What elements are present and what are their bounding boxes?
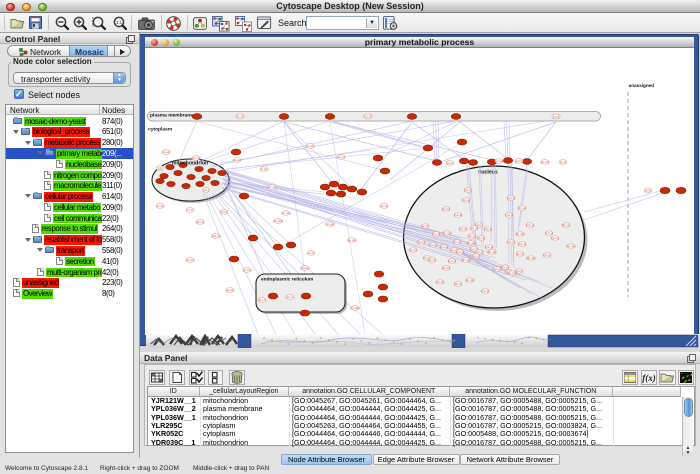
svg-text:[nuo-d]: [nuo-d]	[432, 232, 440, 236]
svg-text:[mrn-p]: [mrn-p]	[545, 231, 553, 235]
svg-text:[spl-c]: [spl-c]	[422, 224, 429, 228]
svg-text:[en-gol]: [en-gol]	[326, 222, 335, 226]
svg-text:[dn-rep]: [dn-rep]	[516, 232, 525, 236]
svg-text:[chr-m]: [chr-m]	[454, 282, 462, 286]
svg-text:[nuc-lu]: [nuc-lu]	[456, 250, 465, 254]
svg-text:[mi-b]: [mi-b]	[308, 251, 315, 255]
svg-text:[sn-rnp]: [sn-rnp]	[462, 258, 471, 262]
svg-text:[chr-m]: [chr-m]	[470, 226, 478, 230]
svg-text:[spl-c]: [spl-c]	[517, 252, 524, 256]
svg-text:[er-m]: [er-m]	[287, 295, 294, 299]
svg-text:[spl-c]: [spl-c]	[552, 236, 559, 240]
svg-text:[mrn-p]: [mrn-p]	[518, 242, 526, 246]
svg-text:f(x): f(x)	[642, 373, 656, 383]
svg-text:[rib-nu]: [rib-nu]	[477, 236, 485, 240]
svg-text:[cy-m]: [cy-m]	[446, 161, 453, 165]
svg-text:[spl-c]: [spl-c]	[516, 269, 523, 273]
svg-text:[cy-mu]: [cy-mu]	[243, 268, 252, 272]
svg-text:[sp-par]: [sp-par]	[348, 238, 357, 242]
svg-text:[sn-rnp]: [sn-rnp]	[466, 278, 475, 282]
svg-text:[pe-ox]: [pe-ox]	[226, 288, 234, 292]
svg-text:[pl-m]: [pl-m]	[516, 159, 523, 163]
svg-text:[yk]: [yk]	[158, 166, 162, 170]
svg-text:[dn-rep]: [dn-rep]	[467, 241, 476, 245]
svg-text:[ld-pa]: [ld-pa]	[233, 158, 240, 162]
svg-text:[dn-rep]: [dn-rep]	[527, 256, 536, 260]
svg-text:[sn-rnp]: [sn-rnp]	[443, 231, 452, 235]
svg-text:[nuo-d]: [nuo-d]	[454, 213, 462, 217]
svg-text:plasma membrane: plasma membrane	[150, 113, 193, 119]
svg-text:[cy-d]: [cy-d]	[560, 160, 567, 164]
svg-text:[chr-m]: [chr-m]	[464, 188, 472, 192]
svg-text:[rib-nu]: [rib-nu]	[453, 240, 461, 244]
svg-text:[nuc-lu]: [nuc-lu]	[507, 240, 516, 244]
svg-text:[spl-c]: [spl-c]	[410, 248, 417, 252]
svg-text:[spl-c]: [spl-c]	[494, 267, 501, 271]
svg-text:[mi-cro]: [mi-cro]	[186, 258, 195, 262]
svg-text:[ce-wal]: [ce-wal]	[351, 306, 360, 310]
svg-text:[ves-m]: [ves-m]	[337, 155, 346, 159]
svg-text:[ri-su]: [ri-su]	[261, 167, 268, 171]
svg-text:[mi-me]: [mi-me]	[268, 185, 277, 189]
svg-text:[nuc-lu]: [nuc-lu]	[442, 207, 451, 211]
svg-text:[sn-rnp]: [sn-rnp]	[508, 271, 517, 275]
svg-text:[vac-m]: [vac-m]	[196, 220, 205, 224]
svg-text:cytoplasm: cytoplasm	[148, 127, 173, 133]
svg-text:[nuc-lu]: [nuc-lu]	[440, 245, 449, 249]
svg-text:[ves-co]: [ves-co]	[211, 234, 220, 238]
svg-text:[or-lu]: [or-lu]	[221, 210, 228, 214]
svg-text:[cy-ves]: [cy-ves]	[282, 211, 291, 215]
svg-text:[nuo-d]: [nuo-d]	[507, 196, 515, 200]
svg-text:[un-k]: [un-k]	[645, 189, 652, 193]
svg-text:[mrn-p]: [mrn-p]	[485, 245, 493, 249]
svg-text:[pro-c]: [pro-c]	[258, 298, 266, 302]
svg-text:[nuo-d]: [nuo-d]	[484, 227, 492, 231]
svg-text:[in-mi]: [in-mi]	[192, 156, 199, 160]
svg-text:[mi-ou]: [mi-ou]	[156, 204, 164, 208]
svg-text:[nuc-lu]: [nuc-lu]	[436, 280, 445, 284]
svg-text:[sn-rnp]: [sn-rnp]	[567, 244, 576, 248]
svg-text:[rib-nu]: [rib-nu]	[468, 234, 476, 238]
svg-text:[nuo-d]: [nuo-d]	[448, 259, 456, 263]
svg-text:[pm]: [pm]	[203, 188, 208, 192]
svg-text:unassigned: unassigned	[629, 83, 655, 88]
svg-text:[chr-m]: [chr-m]	[501, 265, 509, 269]
svg-text:[un-b]: [un-b]	[365, 115, 372, 119]
svg-text:[in-mem]: [in-mem]	[273, 219, 283, 223]
svg-text:[dn-rep]: [dn-rep]	[488, 250, 497, 254]
svg-text:[cy-d]: [cy-d]	[553, 115, 560, 119]
svg-text:[gol-ap]: [gol-ap]	[301, 266, 310, 270]
svg-text:[nuo-d]: [nuo-d]	[481, 289, 489, 293]
svg-text:[ce-sur]: [ce-sur]	[541, 160, 550, 164]
svg-text:[chr-m]: [chr-m]	[459, 227, 467, 231]
svg-text:[mi-in]: [mi-in]	[186, 208, 193, 212]
svg-text:[mrn-p]: [mrn-p]	[526, 223, 534, 227]
svg-text:[rib-nu]: [rib-nu]	[543, 253, 551, 257]
svg-text:[mrn-p]: [mrn-p]	[462, 198, 470, 202]
svg-text:[ce-co]: [ce-co]	[380, 204, 388, 208]
svg-text:[rib-nu]: [rib-nu]	[518, 206, 526, 210]
svg-text:[ex-re]: [ex-re]	[306, 144, 314, 148]
svg-text:[mi-en]: [mi-en]	[162, 150, 170, 154]
svg-text:[rib-nu]: [rib-nu]	[428, 258, 436, 262]
svg-text:endoplasmic reticulum: endoplasmic reticulum	[261, 277, 313, 283]
svg-text:[spl-c]: [spl-c]	[473, 254, 480, 258]
svg-text:[nuc-lu]: [nuc-lu]	[442, 266, 451, 270]
svg-text:1:1: 1:1	[115, 20, 122, 25]
svg-text:mitochondrion: mitochondrion	[172, 161, 208, 167]
svg-text:[spl-c]: [spl-c]	[476, 250, 483, 254]
svg-text:[rib-nu]: [rib-nu]	[562, 223, 570, 227]
svg-text:[nuc-lu]: [nuc-lu]	[429, 243, 438, 247]
svg-text:[ce wal]: [ce wal]	[495, 159, 504, 163]
svg-text:[nuo-d]: [nuo-d]	[505, 213, 513, 217]
svg-text:[lo-m]: [lo-m]	[237, 115, 244, 119]
svg-text:[spl-c]: [spl-c]	[418, 240, 425, 244]
